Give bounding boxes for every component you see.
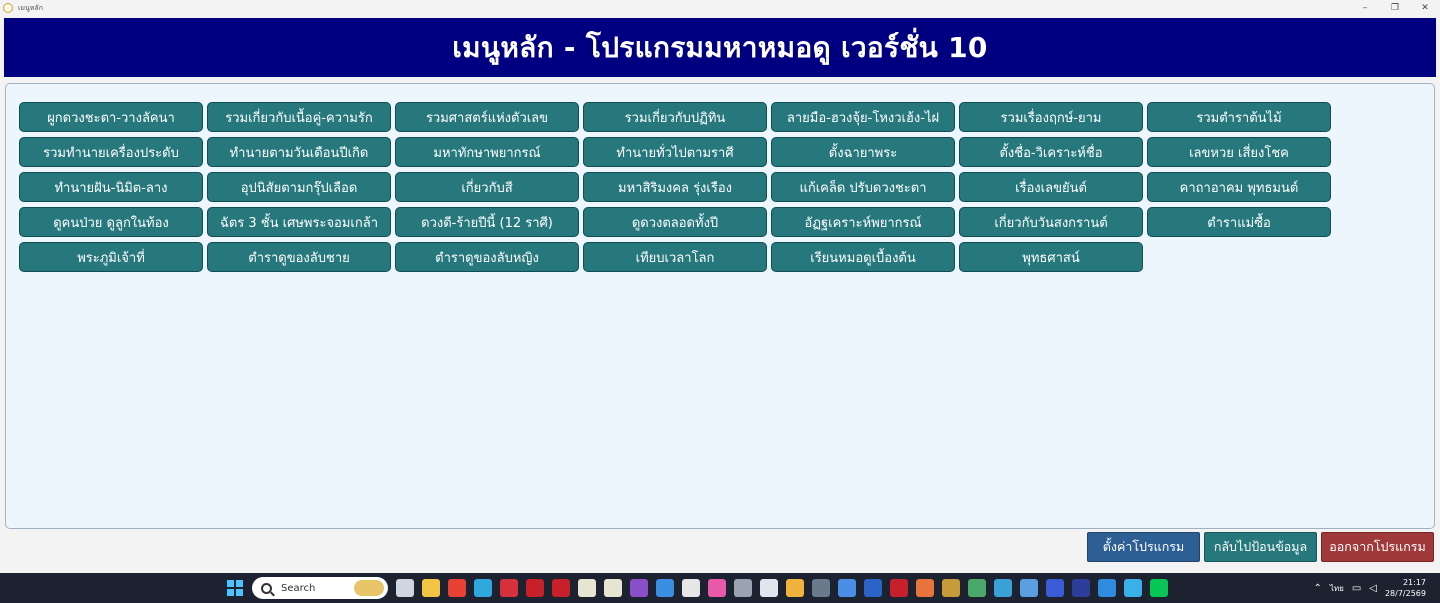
menu-button[interactable]: มหาสิริมงคล รุ่งเรือง [583, 172, 767, 202]
chevron-up-icon[interactable]: ⌃ [1313, 583, 1321, 594]
app-logo-icon [3, 3, 13, 13]
media-icon[interactable] [812, 579, 830, 597]
menu-button[interactable]: รวมเกี่ยวกับปฏิทิน [583, 102, 767, 132]
edge-icon[interactable] [474, 579, 492, 597]
menu-button[interactable]: ตำราแม่ซื้อ [1147, 207, 1331, 237]
word-icon[interactable] [864, 579, 882, 597]
network-icon[interactable] [1020, 579, 1038, 597]
app-blue-icon[interactable] [1046, 579, 1064, 597]
line-icon[interactable] [1150, 579, 1168, 597]
taskbar-clock[interactable]: 21:17 28/7/2569 [1385, 577, 1426, 599]
clock-app-icon[interactable] [578, 579, 596, 597]
menu-button[interactable]: เลขหวย เสี่ยงโชค [1147, 137, 1331, 167]
menu-button[interactable]: มหาทักษาพยากรณ์ [395, 137, 579, 167]
task-view-icon[interactable] [396, 579, 414, 597]
clock-date: 28/7/2569 [1384, 589, 1426, 598]
paint-icon[interactable] [916, 579, 934, 597]
file-explorer-icon[interactable] [422, 579, 440, 597]
window-controls: – ❐ ✕ [1350, 0, 1440, 16]
network-status-icon[interactable]: ▭ [1352, 583, 1361, 594]
settings-gear-icon[interactable] [786, 579, 804, 597]
taskbar-apps [396, 579, 1168, 597]
chrome-icon[interactable] [448, 579, 466, 597]
taskbar: Search ⌃ ไทย ▭ ◁ 21:17 28/7/2569 [0, 573, 1440, 603]
menu-button[interactable]: เกี่ยวกับสี [395, 172, 579, 202]
menu-button[interactable]: ฉัตร 3 ชั้น เศษพระจอมเกล้า [207, 207, 391, 237]
globe-icon[interactable] [994, 579, 1012, 597]
menu-grid: ผูกดวงชะตา-วางลัคนา รวมเกี่ยวกับเนื้อคู่-… [19, 102, 1331, 272]
search-placeholder: Search [281, 582, 316, 594]
menu-button[interactable]: พระภูมิเจ้าที่ [19, 242, 203, 272]
search-highlight-icon [354, 580, 384, 596]
menu-button[interactable]: ตั้งฉายาพระ [771, 137, 955, 167]
openai-icon[interactable] [682, 579, 700, 597]
menu-panel: ผูกดวงชะตา-วางลัคนา รวมเกี่ยวกับเนื้อคู่-… [5, 83, 1435, 529]
maximize-button[interactable]: ❐ [1380, 0, 1410, 16]
money-bag-icon[interactable] [968, 579, 986, 597]
photos-icon[interactable] [708, 579, 726, 597]
visual-studio-icon[interactable] [630, 579, 648, 597]
window-titlebar: เมนูหลัก – ❐ ✕ [0, 0, 1440, 16]
menu-button[interactable]: เทียบเวลาโลก [583, 242, 767, 272]
close-button[interactable]: ✕ [1410, 0, 1440, 16]
clock-app-2-icon[interactable] [604, 579, 622, 597]
windows-start-icon[interactable] [227, 580, 243, 596]
menu-button[interactable]: ดูคนป่วย ดูลูกในท้อง [19, 207, 203, 237]
menu-button[interactable]: รวมศาสตร์แห่งตัวเลข [395, 102, 579, 132]
menu-button[interactable]: คาถาอาคม พุทธมนต์ [1147, 172, 1331, 202]
menu-button[interactable]: ลายมือ-ฮวงจุ้ย-โหงวเฮ้ง-ไฝ [771, 102, 955, 132]
app-thai-text-icon[interactable] [890, 579, 908, 597]
document-icon[interactable] [838, 579, 856, 597]
menu-button[interactable]: แก้เคล็ด ปรับดวงชะตา [771, 172, 955, 202]
menu-button[interactable]: ตำราดูของลับชาย [207, 242, 391, 272]
menu-button[interactable]: เรียนหมอดูเบื้องต้น [771, 242, 955, 272]
app-dark-blue-icon[interactable] [1072, 579, 1090, 597]
menu-button[interactable]: พุทธศาสน์ [959, 242, 1143, 272]
notepad-icon[interactable] [760, 579, 778, 597]
menu-button[interactable]: ตั้งชื่อ-วิเคราะห์ชื่อ [959, 137, 1143, 167]
menu-button[interactable]: ทำนายตามวันเดือนปีเกิด [207, 137, 391, 167]
menu-button[interactable]: รวมตำราต้นไม้ [1147, 102, 1331, 132]
menu-button[interactable]: เรื่องเลขยันต์ [959, 172, 1143, 202]
exit-button[interactable]: ออกจากโปรแกรม [1321, 532, 1434, 562]
menu-button[interactable]: รวมเรื่องฤกษ์-ยาม [959, 102, 1143, 132]
clock-time: 21:17 [1402, 578, 1426, 587]
snip-icon[interactable] [1124, 579, 1142, 597]
system-tray: ⌃ ไทย ▭ ◁ 21:17 28/7/2569 [1313, 576, 1426, 600]
menu-button[interactable]: ทำนายทั่วไปตามราศี [583, 137, 767, 167]
menu-button[interactable]: ดวงดี-ร้ายปีนี้ (12 ราศี) [395, 207, 579, 237]
settings-button[interactable]: ตั้งค่าโปรแกรม [1087, 532, 1200, 562]
menu-button[interactable]: รวมทำนายเครื่องประดับ [19, 137, 203, 167]
calculator-icon[interactable] [734, 579, 752, 597]
menu-button[interactable]: รวมเกี่ยวกับเนื้อคู่-ความรัก [207, 102, 391, 132]
header-banner: เมนูหลัก - โปรแกรมมหาหมอดู เวอร์ชั่น 10 [4, 18, 1436, 77]
app-red-icon[interactable] [500, 579, 518, 597]
menu-button[interactable]: อุปนิสัยตามกรุ๊ปเลือด [207, 172, 391, 202]
language-indicator[interactable]: ไทย [1330, 582, 1344, 595]
window-title: เมนูหลัก [18, 3, 43, 12]
footer-buttons: ตั้งค่าโปรแกรม กลับไปป้อนข้อมูล ออกจากโป… [1087, 532, 1434, 562]
search-icon [261, 582, 272, 594]
app-arrow-icon[interactable] [1098, 579, 1116, 597]
coin-icon[interactable] [942, 579, 960, 597]
vscode-icon[interactable] [656, 579, 674, 597]
taskbar-search-input[interactable]: Search [252, 577, 388, 599]
app-thai-red-icon[interactable] [526, 579, 544, 597]
volume-icon[interactable]: ◁ [1369, 583, 1377, 594]
menu-button[interactable]: ทำนายฝัน-นิมิต-ลาง [19, 172, 203, 202]
page-title: เมนูหลัก - โปรแกรมมหาหมอดู เวอร์ชั่น 10 [452, 30, 988, 64]
app-thai-red-2-icon[interactable] [552, 579, 570, 597]
minimize-button[interactable]: – [1350, 0, 1380, 16]
menu-button[interactable]: ผูกดวงชะตา-วางลัคนา [19, 102, 203, 132]
menu-button[interactable]: เกี่ยวกับวันสงกรานต์ [959, 207, 1143, 237]
menu-button[interactable]: ดูดวงตลอดทั้งปี [583, 207, 767, 237]
back-to-input-button[interactable]: กลับไปป้อนข้อมูล [1204, 532, 1317, 562]
menu-button[interactable]: ตำราดูของลับหญิง [395, 242, 579, 272]
menu-button[interactable]: อัฏฐเคราะห์พยากรณ์ [771, 207, 955, 237]
